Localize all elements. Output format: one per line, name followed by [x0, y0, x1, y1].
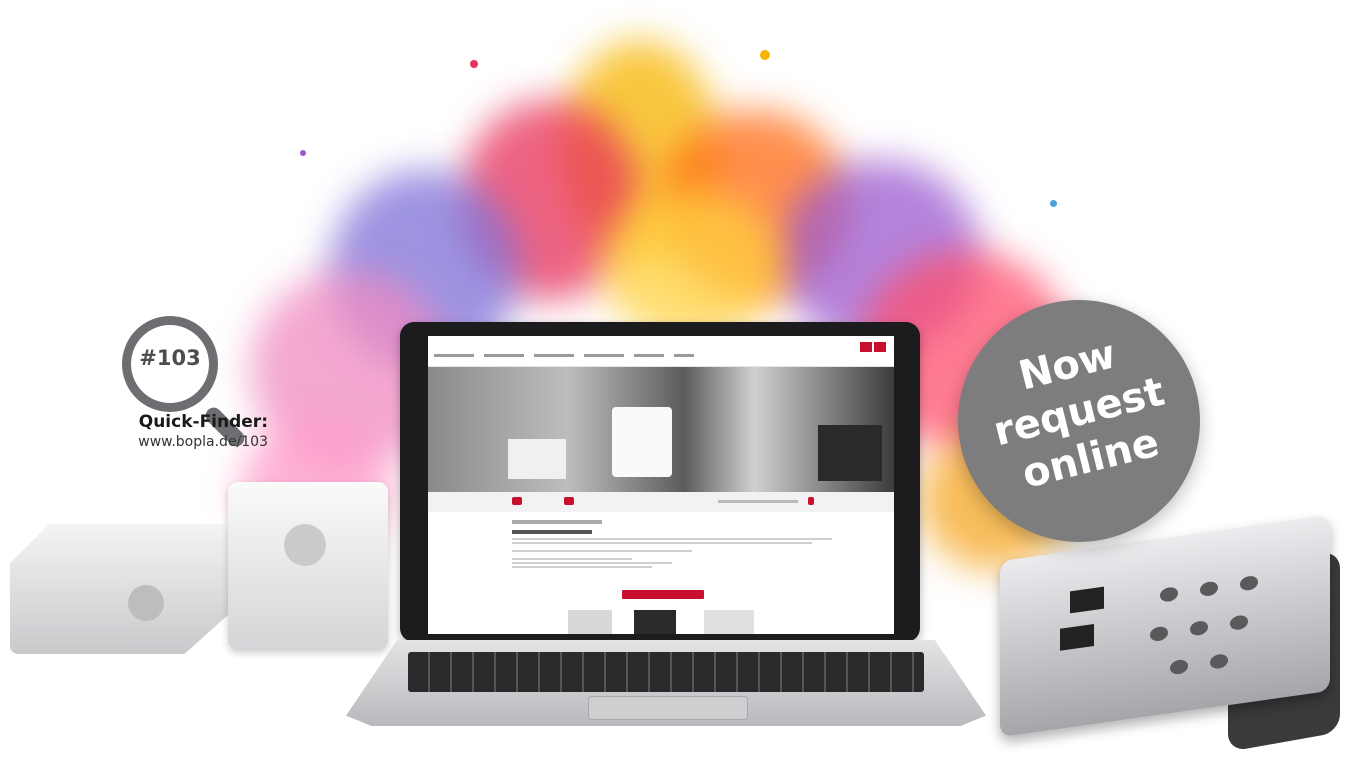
quick-finder-label: Quick-Finder: [138, 412, 268, 432]
enclosure-hole [128, 585, 164, 621]
laptop-screen-website [428, 336, 894, 634]
enclosure-hole [284, 524, 326, 566]
website-header [428, 336, 894, 367]
website-nav [434, 354, 694, 357]
website-product-thumb [704, 610, 754, 634]
quick-finder-number: #103 [139, 346, 201, 370]
enclosure-product-front-panel [228, 482, 388, 650]
quick-finder-url[interactable]: www.bopla.de/103 [108, 434, 268, 450]
website-hero-image [428, 367, 894, 492]
website-request-button [622, 590, 704, 599]
website-product-thumb [568, 610, 612, 634]
laptop-trackpad [588, 696, 748, 720]
laptop-keyboard [408, 652, 924, 692]
bopla-logo [860, 342, 886, 360]
website-toolbar [428, 492, 894, 512]
now-request-online-badge[interactable]: Now request online [958, 300, 1200, 542]
enclosure-product-left [10, 524, 228, 654]
website-content [512, 520, 842, 570]
website-product-thumb [634, 610, 676, 634]
advertisement-scene: #103 Quick-Finder: www.bopla.de/103 Now … [0, 0, 1347, 762]
